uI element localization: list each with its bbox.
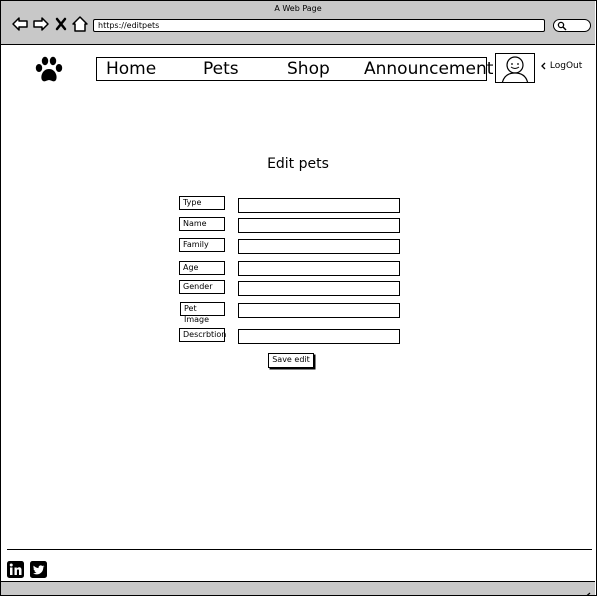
close-icon[interactable]: [54, 15, 72, 33]
gender-label: Gender: [179, 280, 225, 294]
browser-search-box[interactable]: [553, 19, 591, 32]
gender-input[interactable]: [238, 281, 400, 296]
footer-divider: [7, 549, 592, 550]
pet-image-input[interactable]: [238, 303, 400, 318]
linkedin-icon[interactable]: [7, 561, 24, 578]
search-icon: [557, 21, 567, 31]
back-icon[interactable]: [11, 15, 29, 33]
nav-shop[interactable]: Shop: [287, 59, 330, 79]
status-bar: [1, 581, 595, 596]
name-input[interactable]: [238, 218, 400, 233]
age-input[interactable]: [238, 261, 400, 276]
twitter-icon[interactable]: [30, 561, 47, 578]
logout-link[interactable]: LogOut: [540, 61, 582, 71]
home-icon[interactable]: [71, 15, 89, 33]
family-input[interactable]: [238, 239, 400, 254]
save-edit-button[interactable]: Save edit: [268, 353, 314, 368]
description-label: Descrbtion: [179, 328, 226, 342]
chevron-left-icon: [541, 62, 546, 69]
paw-logo-icon[interactable]: [34, 56, 64, 84]
page-title: Edit pets: [267, 156, 329, 172]
type-input[interactable]: [238, 198, 400, 213]
name-label: Name: [179, 217, 225, 231]
forward-icon[interactable]: [32, 15, 50, 33]
browser-window: A Web Page https://editpets Home Pets Sh…: [0, 0, 597, 596]
nav-pets[interactable]: Pets: [203, 59, 239, 79]
user-avatar[interactable]: [495, 53, 535, 83]
browser-chrome: A Web Page https://editpets: [1, 1, 595, 45]
description-input[interactable]: [238, 329, 400, 344]
logout-label: LogOut: [549, 61, 583, 71]
window-title: A Web Page: [274, 4, 322, 13]
type-label: Type: [179, 196, 225, 210]
nav-announcement[interactable]: Announcement: [364, 59, 493, 79]
resize-grip-icon[interactable]: [582, 585, 591, 596]
age-label: Age: [179, 261, 225, 275]
url-bar[interactable]: https://editpets: [93, 19, 545, 32]
nav-home[interactable]: Home: [106, 59, 156, 79]
main-navigation: Home Pets Shop Announcement: [96, 57, 493, 81]
pet-image-label: Pet Image: [180, 302, 225, 324]
family-label: Family: [179, 238, 225, 252]
